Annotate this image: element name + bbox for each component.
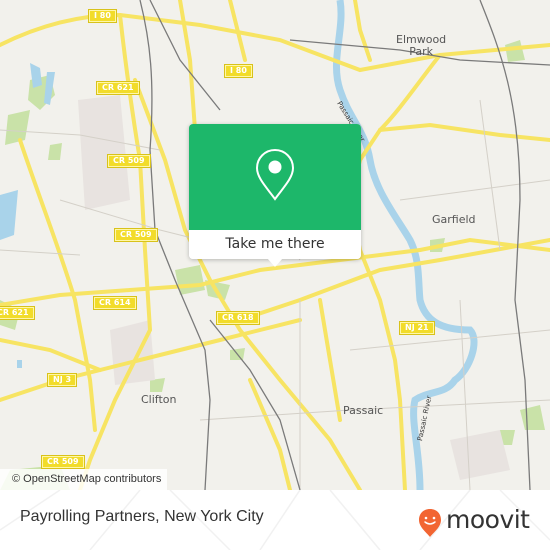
map[interactable]: Elmwood Park Garfield Clifton Passaic Pa… [0, 0, 550, 490]
moovit-wordmark: moovit [446, 505, 530, 534]
popup-pointer [267, 258, 283, 267]
road-shield-cr509: CR 509 [41, 455, 85, 469]
road-shield-cr509: CR 509 [114, 228, 158, 242]
place-label-garfield: Garfield [432, 213, 476, 226]
place-label-passaic: Passaic [343, 404, 384, 417]
destination-popup: Take me there [189, 124, 361, 267]
place-label-elmwood-park: Elmwood Park [396, 34, 446, 58]
popup-header[interactable] [189, 124, 361, 230]
elmwood-park-line2: Park [409, 45, 433, 58]
road-shield-cr621: CR 621 [0, 306, 35, 320]
road-shield-cr618: CR 618 [216, 311, 260, 325]
road-shield-i80: I 80 [88, 9, 117, 23]
road-shield-cr614: CR 614 [93, 296, 137, 310]
road-shield-cr621: CR 621 [96, 81, 140, 95]
road-shield-nj21: NJ 21 [399, 321, 435, 335]
road-shield-cr509: CR 509 [107, 154, 151, 168]
place-title: Payrolling Partners, New York City [20, 508, 264, 525]
road-shield-i80: I 80 [224, 64, 253, 78]
take-me-there-button[interactable]: Take me there [189, 230, 361, 259]
place-label-clifton: Clifton [141, 393, 177, 406]
location-pin-icon [255, 148, 295, 201]
map-attribution[interactable]: © OpenStreetMap contributors [0, 469, 168, 490]
road-shield-nj3: NJ 3 [46, 373, 78, 387]
moovit-logo-icon [419, 509, 441, 537]
